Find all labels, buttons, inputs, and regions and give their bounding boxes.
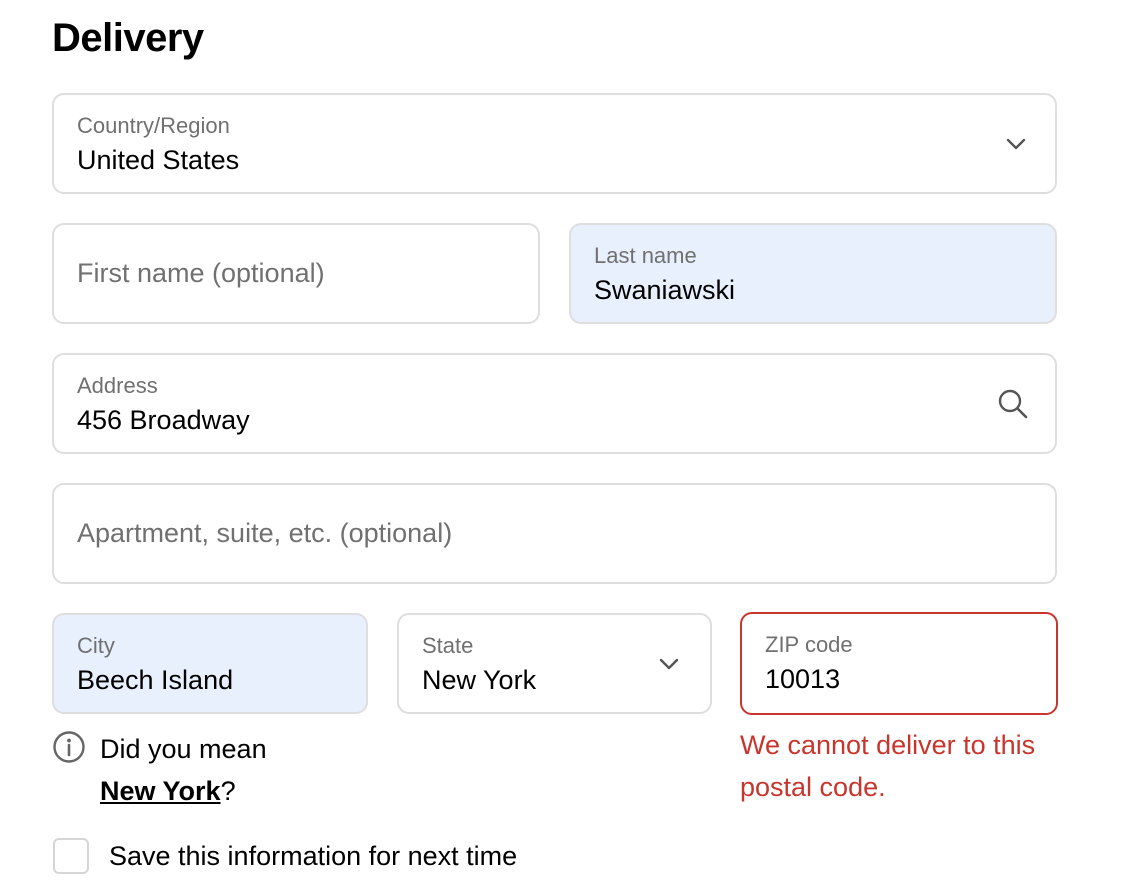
city-suggestion-hint: Did you mean New York? (52, 728, 267, 812)
apartment-field[interactable]: Apartment, suite, etc. (optional) (52, 483, 1057, 584)
city-value: Beech Island (77, 665, 234, 695)
delivery-form: Delivery Country/Region United States Fi… (0, 0, 1124, 882)
chevron-down-icon (658, 657, 680, 671)
country-label: Country/Region (77, 113, 230, 138)
section-title: Delivery (52, 16, 204, 60)
save-info-row[interactable]: Save this information for next time (53, 838, 517, 874)
zip-code-label: ZIP code (765, 632, 853, 657)
last-name-value: Swaniawski (594, 275, 736, 305)
city-suggestion-text: Did you mean New York? (100, 728, 267, 812)
zip-error-message: We cannot deliver to this postal code. (740, 730, 1036, 802)
address-label: Address (77, 373, 158, 398)
last-name-field[interactable]: Last name Swaniawski (569, 223, 1057, 324)
address-field[interactable]: Address 456 Broadway (52, 353, 1057, 454)
city-label: City (77, 633, 115, 658)
country-select[interactable]: Country/Region United States (52, 93, 1057, 194)
suggested-city-link[interactable]: New York (100, 776, 221, 806)
info-icon (52, 730, 86, 764)
chevron-down-icon (1005, 137, 1027, 151)
country-value: United States (77, 145, 240, 175)
zip-code-field[interactable]: ZIP code 10013 (740, 612, 1058, 715)
city-field[interactable]: City Beech Island (52, 613, 368, 714)
suggestion-suffix: ? (220, 776, 236, 806)
search-icon[interactable] (997, 388, 1029, 420)
state-value: New York (422, 665, 537, 695)
apartment-placeholder: Apartment, suite, etc. (optional) (77, 518, 453, 548)
address-value: 456 Broadway (77, 405, 250, 435)
last-name-label: Last name (594, 243, 697, 268)
save-info-label[interactable]: Save this information for next time (109, 841, 517, 872)
save-info-checkbox[interactable] (53, 838, 89, 874)
suggestion-prefix: Did you mean (100, 734, 267, 764)
first-name-field[interactable]: First name (optional) (52, 223, 540, 324)
state-label: State (422, 633, 474, 658)
zip-code-value: 10013 (765, 664, 841, 694)
first-name-placeholder: First name (optional) (77, 258, 325, 288)
state-select[interactable]: State New York (397, 613, 712, 714)
